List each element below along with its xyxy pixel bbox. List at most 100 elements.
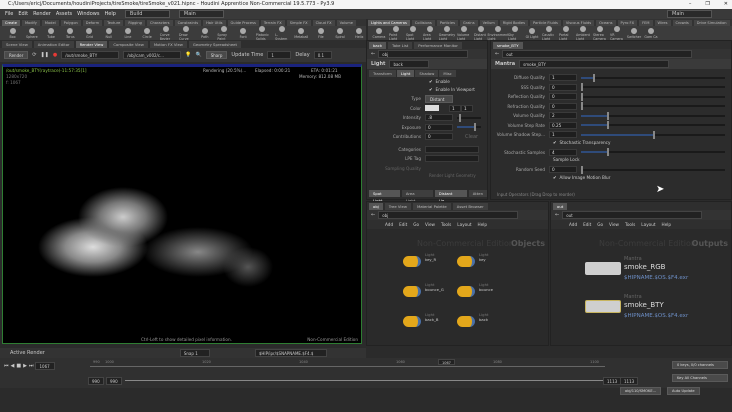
stop-icon[interactable]: ● <box>53 52 57 58</box>
path-field[interactable]: obj <box>378 211 519 219</box>
light-node[interactable] <box>457 256 475 267</box>
shelf-tool[interactable]: Torus <box>64 27 77 39</box>
pane-tab[interactable]: Render View <box>75 40 108 48</box>
preset-atten[interactable]: Atten <box>468 190 487 197</box>
param-slider[interactable] <box>581 73 725 82</box>
rop-node[interactable] <box>585 300 621 313</box>
shelf-tool[interactable]: Caustic Light <box>542 25 556 41</box>
pane-tab[interactable]: Geometry Spreadsheet <box>188 40 241 48</box>
shelf-tab[interactable]: Rigging <box>125 19 145 26</box>
shelf-tab[interactable]: Crowds <box>672 19 692 26</box>
playback-end-field[interactable]: 1113 <box>603 377 622 385</box>
network-menu-item[interactable]: Help <box>478 222 488 227</box>
network-menu-item[interactable]: Tools <box>441 222 451 227</box>
stop-icon[interactable]: ■ <box>16 363 21 369</box>
step-back-icon[interactable]: ◀ <box>11 363 15 369</box>
start-frame-field[interactable]: 990 <box>88 377 104 385</box>
shelf-tool[interactable]: Portal Light <box>559 25 573 41</box>
light-node[interactable] <box>457 316 475 327</box>
key-all-channels-button[interactable]: Key All Channels <box>672 374 728 382</box>
pane-tab[interactable]: Animation Editor <box>33 40 74 48</box>
shelf-tool[interactable]: Circle <box>141 27 154 39</box>
network-menu-item[interactable]: Tools <box>625 222 635 227</box>
rop-node[interactable] <box>585 262 621 275</box>
range-slider[interactable] <box>125 380 603 381</box>
shelf-tool[interactable]: Camera <box>372 27 386 39</box>
param-field[interactable]: 0 <box>549 102 577 110</box>
shelf-tool[interactable]: Switcher <box>627 27 641 39</box>
light-icon[interactable]: 💡 <box>185 52 191 58</box>
desktop-select[interactable]: Build <box>124 10 170 18</box>
play-icon[interactable]: ▶ <box>23 363 27 369</box>
menu-windows[interactable]: Windows <box>77 11 99 17</box>
shelf-tool[interactable]: Helix <box>353 27 366 39</box>
shelf-tool[interactable]: Geometry Light <box>439 25 455 41</box>
param-field[interactable]: 0 <box>549 83 577 91</box>
stochastic-samples-field[interactable]: 4 <box>549 148 577 156</box>
shelf-tab[interactable]: Volume <box>336 19 356 26</box>
network-editor-obj[interactable]: obj Tree View Material Palette Asset Browse… <box>366 201 549 346</box>
shelf-tool[interactable]: Sky Light <box>508 25 522 41</box>
shelf-tool[interactable]: Area Light <box>423 25 437 41</box>
go-end-icon[interactable]: ⏭ <box>29 363 34 369</box>
pane-tab[interactable]: Scene View <box>2 40 32 48</box>
shelf-tool[interactable]: Line <box>121 27 134 39</box>
render-light-geometry-checkbox[interactable]: Render Light Geometry <box>367 173 487 178</box>
shelf-tool[interactable]: Spray Paint <box>217 25 230 41</box>
menu-render[interactable]: Render <box>33 11 51 17</box>
light-node[interactable] <box>403 286 421 297</box>
path-field[interactable]: out <box>562 211 703 219</box>
intensity-slider[interactable] <box>457 113 481 122</box>
network-menu-item[interactable]: Go <box>413 222 419 227</box>
color-g[interactable]: 1 <box>461 104 473 112</box>
shelf-tool[interactable]: Font <box>237 27 250 39</box>
enable-viewport-checkbox[interactable]: Enable In Viewport <box>429 86 487 94</box>
shelf-tab[interactable]: Simple FX <box>286 19 311 26</box>
keys-channels-select[interactable]: 0 keys, 0/0 channels <box>672 361 728 369</box>
shelf-tab[interactable]: Modify <box>21 19 40 26</box>
menu-edit[interactable]: Edit <box>18 11 28 17</box>
exposure-field[interactable]: 0 <box>425 123 453 131</box>
param-field[interactable]: 0 <box>549 93 577 101</box>
shelf-tool[interactable]: Draw Curve <box>179 25 192 41</box>
menu-assets[interactable]: Assets <box>56 11 72 17</box>
contributions-field[interactable]: 0 <box>425 133 453 141</box>
desktop-select-right[interactable]: Main <box>667 10 712 18</box>
shelf-tool[interactable]: Ambient Light <box>576 25 590 41</box>
shelf-tab[interactable]: Deform <box>82 19 103 26</box>
shelf-tab[interactable]: Model <box>41 19 59 26</box>
desktop-select-2[interactable]: Main <box>178 10 224 18</box>
param-slider[interactable] <box>581 83 725 92</box>
network-menu-item[interactable]: Edit <box>583 222 591 227</box>
maximize-button[interactable]: ❐ <box>705 0 709 9</box>
shelf-tool[interactable]: VR Camera <box>610 25 624 41</box>
network-menu-item[interactable]: Add <box>569 222 577 227</box>
auto-update-select[interactable]: Auto Update <box>667 387 700 395</box>
pause-icon[interactable]: ❚❚ <box>40 52 48 58</box>
tab-smoke-bty[interactable]: smoke_BTY <box>493 41 523 49</box>
param-slider[interactable] <box>581 92 725 101</box>
network-menu-item[interactable]: View <box>609 222 619 227</box>
shelf-tool[interactable]: Curve Bezier <box>160 25 173 41</box>
camera-select[interactable]: /obj/cam_v002/c... <box>123 51 182 59</box>
clear-button[interactable]: Clear <box>465 134 478 140</box>
lpe-tag-field[interactable] <box>425 155 479 163</box>
back-arrow-icon[interactable]: ← <box>555 212 559 218</box>
tab-obj[interactable]: obj <box>369 202 383 210</box>
shelf-tool[interactable]: Distant Light <box>474 25 488 41</box>
stochastic-samples-slider[interactable] <box>581 148 725 157</box>
tab-light[interactable]: Light <box>396 70 415 77</box>
intensity-field[interactable]: .8 <box>425 114 453 122</box>
tab-out[interactable]: out <box>553 202 568 210</box>
current-frame-field[interactable]: 1067 <box>35 362 56 370</box>
preset-area-light[interactable]: Area Light... <box>401 190 433 203</box>
param-slider[interactable] <box>581 102 725 111</box>
timeline-scrubber[interactable] <box>90 366 605 367</box>
frame-marker[interactable]: 1067 <box>438 359 455 365</box>
render-viewport[interactable]: /out/smoke_BTY(raytrace)-11:57:35[1] 128… <box>2 64 362 344</box>
pane-tab[interactable]: Motion FX View <box>149 40 187 48</box>
minimize-button[interactable]: – <box>689 0 692 9</box>
tab-back[interactable]: back <box>369 41 387 49</box>
param-slider[interactable] <box>581 111 725 120</box>
tab-material-palette[interactable]: Material Palette <box>412 202 451 210</box>
